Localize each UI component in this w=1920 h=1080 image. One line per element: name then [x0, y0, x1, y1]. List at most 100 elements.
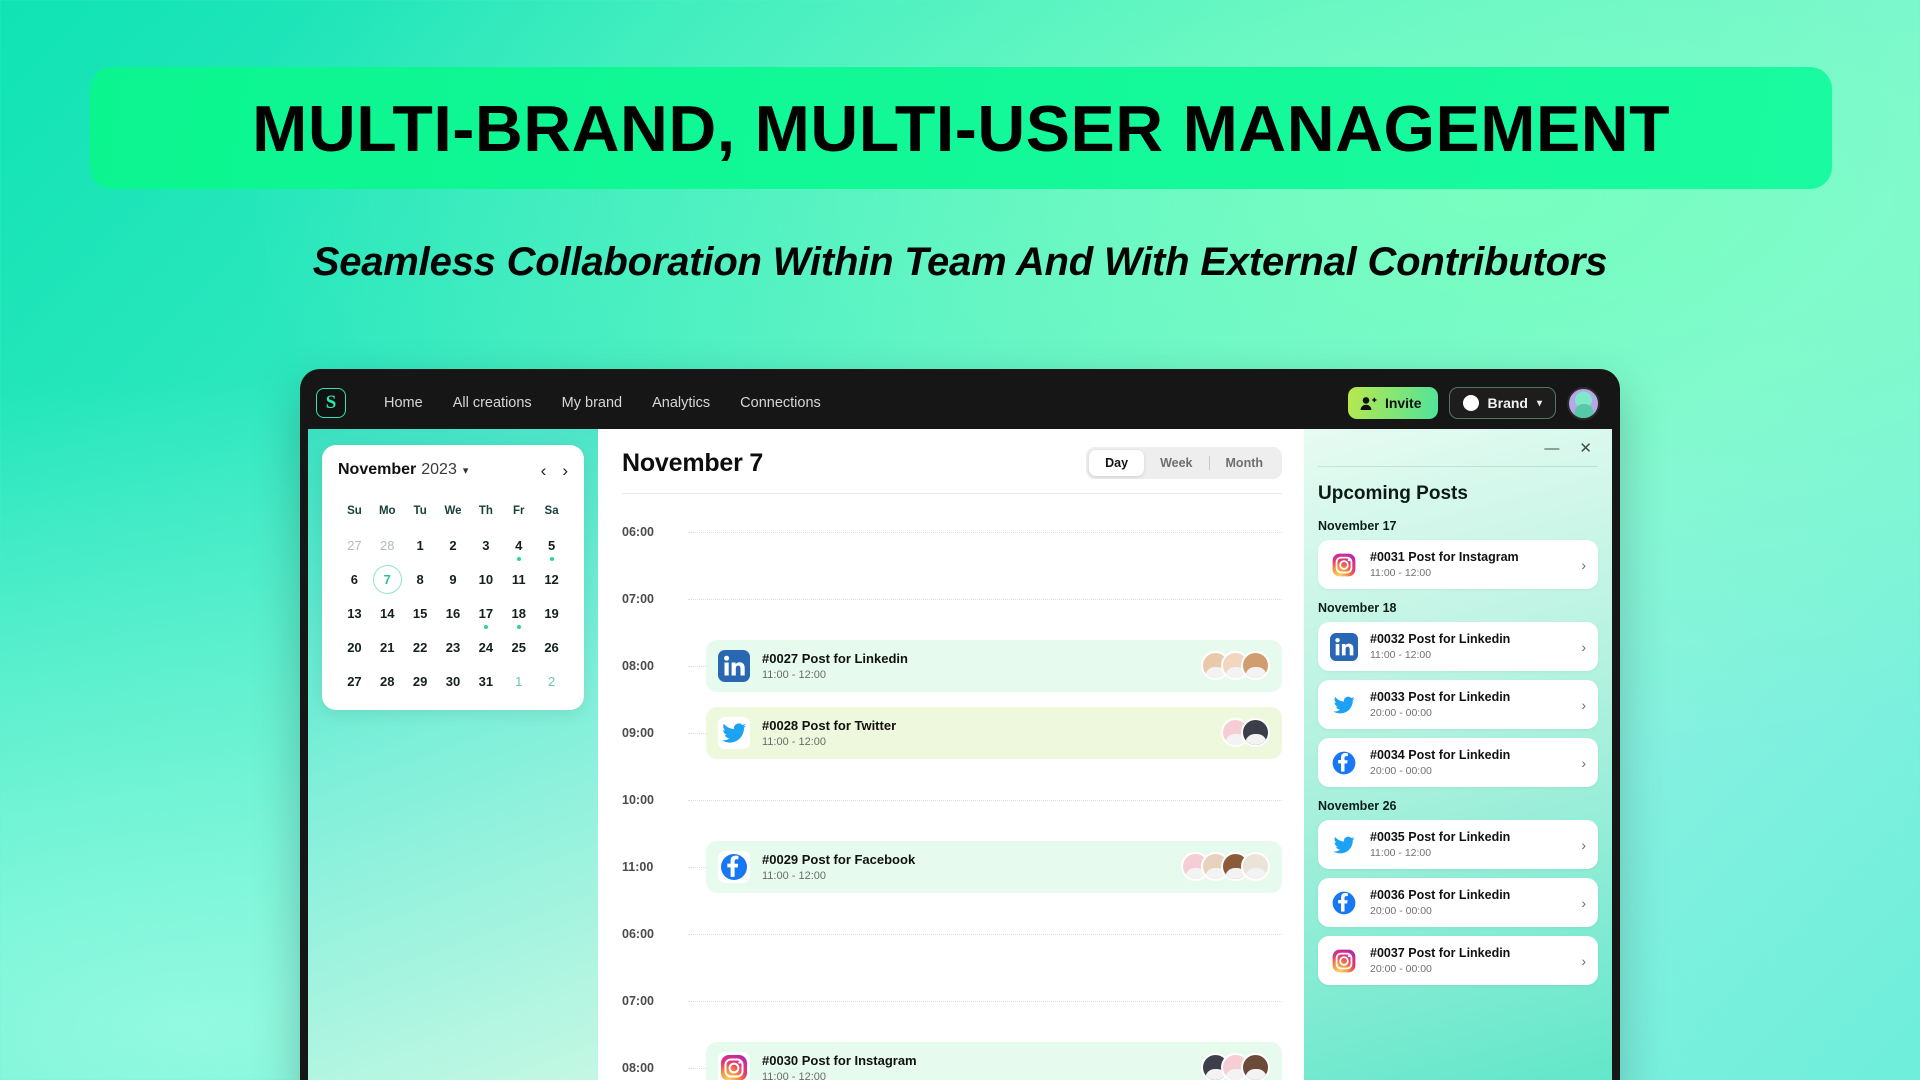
calendar-day-30[interactable]: 30 [437, 666, 470, 696]
nav-item-home[interactable]: Home [384, 395, 423, 411]
schedule-event[interactable]: #0029 Post for Facebook 11:00 - 12:00 [706, 840, 1282, 893]
calendar-day-number: 31 [478, 673, 494, 689]
calendar-day-21[interactable]: 21 [371, 632, 404, 662]
tab-week[interactable]: Week [1144, 450, 1208, 476]
nav-item-my-brand[interactable]: My brand [562, 395, 622, 411]
upcoming-post-card[interactable]: #0031 Post for Instagram 11:00 - 12:00 › [1318, 540, 1598, 589]
calendar-day-16[interactable]: 16 [437, 598, 470, 628]
calendar-day-5[interactable]: 5 [535, 530, 568, 561]
schedule-row: 08:00 #0027 Post for Linkedin 11:00 - 12:0… [622, 632, 1282, 699]
calendar-day-28[interactable]: 28 [371, 666, 404, 696]
avatar [1241, 1053, 1270, 1080]
upcoming-post-card[interactable]: #0036 Post for Linkedin 20:00 - 00:00 › [1318, 878, 1598, 927]
instagram-icon [1330, 550, 1358, 579]
twitter-icon [718, 716, 750, 749]
schedule-event-text: #0030 Post for Instagram 11:00 - 12:00 [762, 1053, 917, 1080]
calendar-day-26[interactable]: 26 [535, 632, 568, 662]
close-icon[interactable]: ✕ [1579, 441, 1592, 456]
calendar-day-number: 16 [445, 605, 461, 621]
calendar-day-15[interactable]: 15 [404, 598, 437, 628]
schedule-list: 06:00 07:00 08:00 #0027 Post for Linkedin 11… [622, 498, 1282, 1080]
schedule-track: #0029 Post for Facebook 11:00 - 12:00 [688, 840, 1282, 893]
user-avatar[interactable] [1567, 386, 1600, 420]
calendar-day-29[interactable]: 29 [404, 666, 437, 696]
calendar-day-2[interactable]: 2 [535, 666, 568, 696]
calendar-day-10[interactable]: 10 [469, 564, 502, 594]
upcoming-post-card[interactable]: #0035 Post for Linkedin 11:00 - 12:00 › [1318, 820, 1598, 869]
upcoming-post-card[interactable]: #0033 Post for Linkedin 20:00 - 00:00 › [1318, 680, 1598, 729]
calendar-day-2[interactable]: 2 [437, 530, 470, 560]
schedule-event-text: #0028 Post for Twitter 11:00 - 12:00 [762, 718, 896, 748]
calendar-day-31[interactable]: 31 [469, 666, 502, 696]
chevron-right-icon[interactable]: › [1581, 953, 1586, 969]
calendar-day-11[interactable]: 11 [502, 564, 535, 594]
calendar-day-8[interactable]: 8 [404, 564, 437, 594]
chevron-right-icon[interactable]: › [1581, 895, 1586, 911]
schedule-event[interactable]: #0028 Post for Twitter 11:00 - 12:00 [706, 706, 1282, 759]
assignee-avatar-group[interactable] [1201, 651, 1270, 680]
nav-item-all-creations[interactable]: All creations [453, 395, 532, 411]
calendar-day-number: 28 [380, 673, 395, 689]
calendar-day-number: 2 [547, 673, 556, 689]
upcoming-post-card[interactable]: #0032 Post for Linkedin 11:00 - 12:00 › [1318, 622, 1598, 671]
calendar-next-icon[interactable]: › [562, 462, 568, 479]
chevron-right-icon[interactable]: › [1581, 639, 1586, 655]
calendar-day-number: 19 [544, 605, 559, 621]
upcoming-post-title: #0037 Post for Linkedin [1370, 946, 1511, 960]
assignee-avatar-group[interactable] [1181, 852, 1270, 881]
chevron-right-icon[interactable]: › [1581, 697, 1586, 713]
header-divider [622, 493, 1282, 494]
upcoming-post-card[interactable]: #0034 Post for Linkedin 20:00 - 00:00 › [1318, 738, 1598, 787]
tab-month[interactable]: Month [1210, 450, 1279, 476]
calendar-day-12[interactable]: 12 [535, 564, 568, 594]
schedule-event[interactable]: #0027 Post for Linkedin 11:00 - 12:00 [706, 639, 1282, 692]
linkedin-icon [718, 649, 750, 682]
calendar-day-25[interactable]: 25 [502, 632, 535, 662]
calendar-day-6[interactable]: 6 [338, 564, 371, 594]
calendar-day-number: 15 [412, 605, 428, 621]
calendar-day-4[interactable]: 4 [502, 530, 535, 561]
calendar-day-7[interactable]: 7 [371, 564, 404, 594]
upcoming-post-time: 20:00 - 00:00 [1370, 905, 1432, 917]
calendar-day-14[interactable]: 14 [371, 598, 404, 628]
calendar-day-1[interactable]: 1 [502, 666, 535, 696]
invite-button[interactable]: Invite [1347, 387, 1438, 419]
tab-day[interactable]: Day [1089, 450, 1145, 476]
calendar-prev-icon[interactable]: ‹ [541, 462, 547, 479]
chevron-down-icon[interactable]: ▾ [463, 464, 469, 477]
app-logo-icon[interactable]: S [316, 388, 346, 418]
calendar-day-9[interactable]: 9 [437, 564, 470, 594]
upcoming-post-card[interactable]: #0037 Post for Linkedin 20:00 - 00:00 › [1318, 936, 1598, 985]
minimize-icon[interactable]: — [1544, 441, 1559, 456]
calendar-day-number: 3 [482, 537, 490, 553]
calendar-day-24[interactable]: 24 [469, 632, 502, 662]
schedule-event[interactable]: #0030 Post for Instagram 11:00 - 12:00 [706, 1041, 1282, 1080]
calendar-day-20[interactable]: 20 [338, 632, 371, 662]
calendar-day-number: 8 [416, 571, 424, 587]
chevron-right-icon[interactable]: › [1581, 837, 1586, 853]
calendar-year: 2023 [421, 461, 457, 478]
calendar-day-17[interactable]: 17 [469, 598, 502, 629]
chevron-right-icon[interactable]: › [1581, 755, 1586, 771]
calendar-day-number: 27 [347, 673, 362, 689]
panel-window-controls: — ✕ [1318, 439, 1598, 466]
calendar-day-28[interactable]: 28 [371, 530, 404, 560]
calendar-day-27[interactable]: 27 [338, 666, 371, 696]
chevron-right-icon[interactable]: › [1581, 557, 1586, 573]
calendar-day-13[interactable]: 13 [338, 598, 371, 628]
calendar-day-3[interactable]: 3 [469, 530, 502, 560]
calendar-day-22[interactable]: 22 [404, 632, 437, 662]
brand-selector[interactable]: Brand ▾ [1448, 387, 1556, 419]
avatar [1241, 718, 1270, 747]
upcoming-posts-title: Upcoming Posts [1318, 483, 1468, 504]
nav-item-analytics[interactable]: Analytics [652, 395, 710, 411]
calendar-day-23[interactable]: 23 [437, 632, 470, 662]
assignee-avatar-group[interactable] [1201, 1053, 1270, 1080]
calendar-day-27[interactable]: 27 [338, 530, 371, 560]
calendar-day-19[interactable]: 19 [535, 598, 568, 628]
calendar-day-1[interactable]: 1 [404, 530, 437, 560]
nav-item-connections[interactable]: Connections [740, 395, 821, 411]
schedule-track: #0028 Post for Twitter 11:00 - 12:00 [688, 706, 1282, 759]
calendar-day-18[interactable]: 18 [502, 598, 535, 629]
assignee-avatar-group[interactable] [1221, 718, 1270, 747]
